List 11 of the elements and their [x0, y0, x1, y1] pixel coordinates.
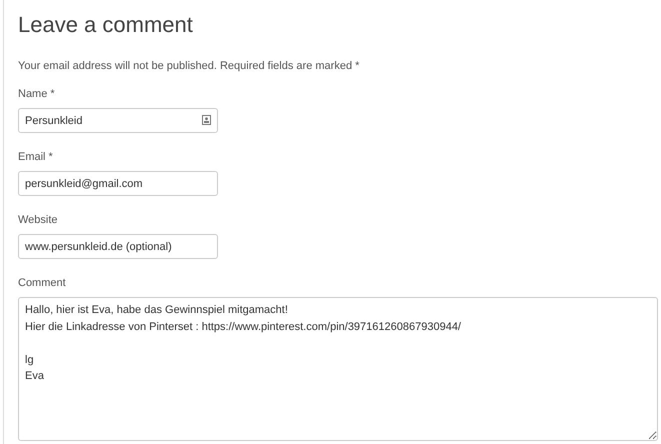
field-label: Comment: [18, 277, 67, 289]
field-label: Website: [18, 214, 59, 226]
input-field[interactable]: www.persunkleid.de (optional): [18, 234, 218, 259]
field-label: Name *: [18, 88, 56, 100]
notice-text: Your email address will not be published. Required fields are marked *: [18, 60, 360, 72]
comment-field[interactable]: Hallo, hier ist Eva, habe das Gewinnspiel mitgamacht! Hier die Linkadresse von Pinterset : https://www.pinterest.com/pin/397161260867930944/ lg Eva: [18, 297, 658, 441]
contact-card-icon[interactable]: [202, 115, 211, 125]
field-label: Email *: [18, 151, 54, 163]
input-field[interactable]: persunkleid@gmail.com: [18, 171, 218, 196]
section-heading: Leave a comment: [18, 12, 194, 38]
input-field[interactable]: Persunkleid: [18, 108, 218, 133]
